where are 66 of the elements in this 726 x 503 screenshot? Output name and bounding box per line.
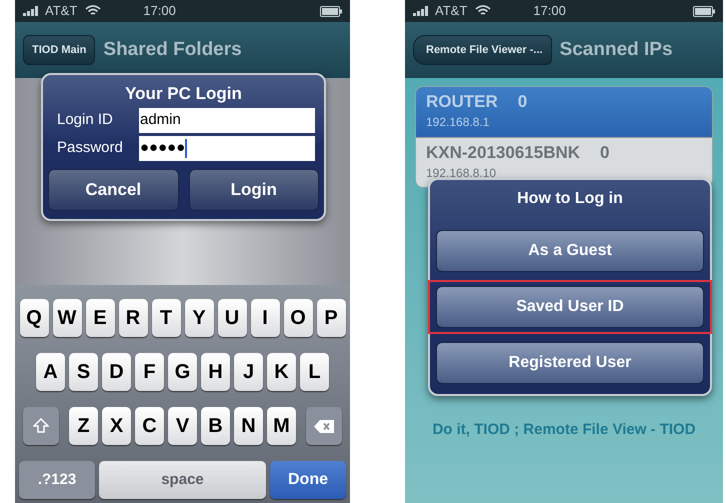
wifi-icon	[85, 5, 102, 17]
field-value: admin	[139, 110, 181, 130]
dialog-title: Your PC Login	[124, 83, 243, 105]
backspace-icon	[314, 420, 334, 432]
dialog-title: How to Log in	[516, 189, 624, 209]
field-label: Login ID	[57, 110, 114, 130]
text-field[interactable]: admin	[139, 108, 315, 133]
file-count: 0	[600, 142, 610, 164]
carrier-name: AT&T	[435, 2, 468, 20]
back-button[interactable]: TIOD Main	[23, 35, 96, 65]
screen-title: Shared Folders	[103, 38, 242, 62]
keyboard-key[interactable]: L	[300, 353, 329, 391]
battery-icon	[320, 6, 342, 16]
carrier-name: AT&T	[45, 2, 78, 20]
dialog-button[interactable]: As a Guest	[436, 230, 704, 272]
keyboard-key[interactable]: V	[168, 407, 197, 445]
screen-title: Scanned IPs	[560, 38, 673, 62]
keyboard-key[interactable]: C	[135, 407, 164, 445]
keyboard-key[interactable]: O	[284, 299, 312, 337]
keyboard-key[interactable]: Y	[184, 299, 214, 337]
signal-icon	[23, 6, 41, 16]
dialog-button[interactable]: Saved User ID	[436, 286, 704, 328]
battery-icon	[693, 6, 715, 16]
keyboard-key[interactable]: E	[86, 299, 114, 337]
background-slogan: Do it, TIOD ; Remote File View - TIOD	[432, 420, 696, 440]
keyboard-key[interactable]: K	[267, 353, 296, 391]
keyboard-key[interactable]: F	[135, 353, 164, 391]
keyboard-key[interactable]: X	[102, 407, 131, 445]
field-label: Password	[57, 138, 124, 158]
host-ip: 192.168.8.10	[426, 165, 498, 182]
back-button[interactable]: Remote File Viewer -...	[413, 35, 552, 65]
done-key[interactable]: Done	[270, 461, 346, 499]
clock-time: 17:00	[143, 2, 176, 20]
space-key[interactable]: space	[99, 461, 266, 499]
keyboard-key[interactable]: S	[69, 353, 98, 391]
keyboard-key[interactable]: A	[36, 353, 65, 391]
keyboard-key[interactable]: N	[234, 407, 263, 445]
file-count: 0	[518, 91, 528, 113]
clock-time: 17:00	[533, 2, 566, 20]
field-value: ●●●●●	[139, 138, 186, 158]
delete-key[interactable]	[306, 407, 342, 445]
host-ip: 192.168.8.1	[426, 114, 490, 131]
wifi-icon	[475, 5, 492, 17]
keyboard-key[interactable]: P	[316, 299, 346, 337]
keyboard-key[interactable]: U	[218, 299, 246, 337]
keyboard-key[interactable]: T	[152, 299, 180, 337]
keyboard-key[interactable]: H	[201, 353, 230, 391]
keyboard-key[interactable]: Z	[69, 407, 98, 445]
keyboard-key[interactable]: I	[250, 299, 280, 337]
keyboard-key[interactable]: G	[168, 353, 197, 391]
dialog-button[interactable]: Login	[188, 169, 319, 211]
dialog-button[interactable]: Cancel	[48, 169, 178, 211]
keyboard-key[interactable]: Q	[20, 299, 48, 337]
text-field[interactable]: ●●●●●	[139, 136, 315, 161]
keyboard-key[interactable]: M	[267, 407, 296, 445]
keyboard-key[interactable]: W	[52, 299, 82, 337]
host-name: KXN-20130615BNK	[426, 142, 580, 164]
keyboard-key[interactable]: D	[102, 353, 131, 391]
shift-key[interactable]	[23, 407, 59, 445]
signal-icon	[413, 6, 431, 16]
keyboard-key[interactable]: B	[201, 407, 230, 445]
keyboard-key[interactable]: J	[234, 353, 263, 391]
host-name: ROUTER	[426, 91, 498, 113]
shift-arrow-icon	[33, 418, 49, 434]
keyboard-key[interactable]: R	[118, 299, 148, 337]
dialog-button[interactable]: Registered User	[436, 342, 704, 384]
